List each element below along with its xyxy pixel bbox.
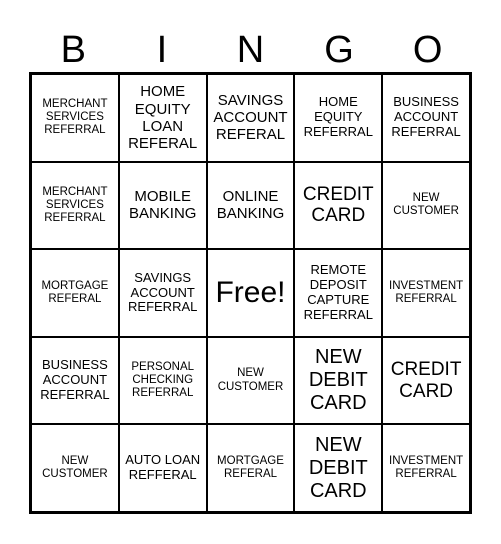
bingo-cell[interactable]: NEW CUSTOMER <box>382 161 470 250</box>
bingo-cell[interactable]: SAVINGS ACCOUNT REFERAL <box>206 74 295 162</box>
free-space-cell[interactable]: Free! <box>206 249 295 337</box>
bingo-cell[interactable]: NEW CUSTOMER <box>31 424 119 512</box>
bingo-cell[interactable]: MERCHANT SERVICES REFERRAL <box>31 161 119 250</box>
bingo-cell[interactable]: MORTGAGE REFERAL <box>206 424 295 512</box>
bingo-cell[interactable]: BUSINESS ACCOUNT REFERRAL <box>382 74 470 162</box>
bingo-cell[interactable]: ONLINE BANKING <box>206 161 295 250</box>
bingo-cell[interactable]: MORTGAGE REFERAL <box>31 249 119 337</box>
bingo-header: B I N G O <box>29 28 472 72</box>
bingo-card-grid: MERCHANT SERVICES REFERRAL HOME EQUITY LO… <box>29 72 472 514</box>
header-letter-n: N <box>236 29 265 71</box>
bingo-cell[interactable]: HOME EQUITY LOAN REFERAL <box>118 74 207 162</box>
bingo-cell[interactable]: CREDIT CARD <box>294 161 383 250</box>
bingo-cell[interactable]: NEW DEBIT CARD <box>294 424 383 512</box>
header-letter-g: G <box>324 29 354 71</box>
header-letter-i: I <box>156 29 168 71</box>
bingo-cell[interactable]: MERCHANT SERVICES REFERRAL <box>31 74 119 162</box>
bingo-cell[interactable]: HOME EQUITY REFERRAL <box>294 74 383 162</box>
bingo-cell[interactable]: NEW CUSTOMER <box>206 336 295 425</box>
bingo-cell[interactable]: AUTO LOAN REFFERAL <box>118 424 207 512</box>
bingo-cell[interactable]: INVESTMENT REFERRAL <box>382 424 470 512</box>
header-letter-b: B <box>60 29 86 71</box>
bingo-cell[interactable]: NEW DEBIT CARD <box>294 336 383 425</box>
bingo-cell[interactable]: INVESTMENT REFERRAL <box>382 249 470 337</box>
bingo-cell[interactable]: REMOTE DEPOSIT CAPTURE REFERRAL <box>294 249 383 337</box>
bingo-cell[interactable]: MOBILE BANKING <box>118 161 207 250</box>
bingo-cell[interactable]: PERSONAL CHECKING REFERRAL <box>118 336 207 425</box>
bingo-cell[interactable]: BUSINESS ACCOUNT REFERRAL <box>31 336 119 425</box>
bingo-cell[interactable]: SAVINGS ACCOUNT REFERRAL <box>118 249 207 337</box>
bingo-cell[interactable]: CREDIT CARD <box>382 336 470 425</box>
header-letter-o: O <box>412 29 443 71</box>
